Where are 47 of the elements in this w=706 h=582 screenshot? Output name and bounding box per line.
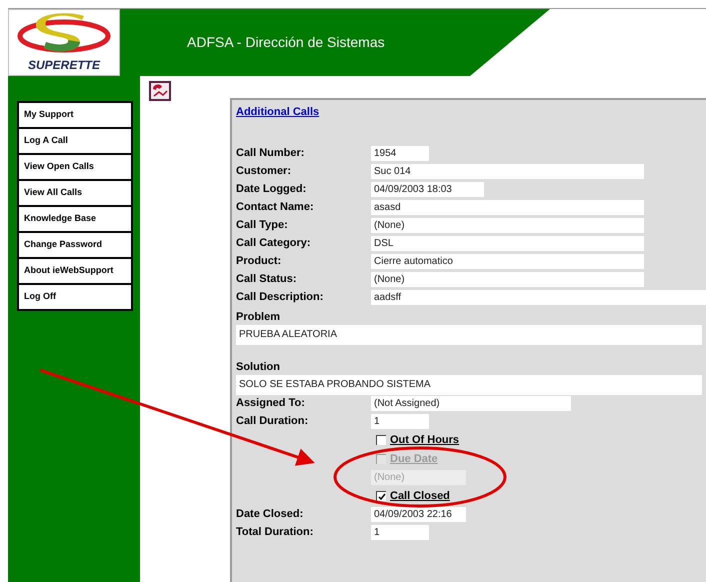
text-field[interactable]: asasd (371, 200, 644, 215)
field-label: Call Description: (236, 290, 324, 306)
checkbox[interactable] (376, 435, 386, 445)
field-label: Call Type: (236, 218, 289, 234)
additional-calls-link[interactable]: Additional Calls (236, 104, 320, 120)
field-label: Date Closed: (236, 507, 304, 522)
text-field[interactable]: 04/09/2003 22:16 (371, 507, 466, 522)
text-field[interactable]: PRUEBA ALEATORIA (236, 324, 702, 344)
text-field[interactable]: Suc 014 (371, 164, 644, 179)
field-label: Call Status: (236, 272, 298, 288)
field-label: Date Logged: (236, 182, 308, 198)
nav-button[interactable]: About ieWebSupport (19, 259, 131, 283)
text-field[interactable]: SOLO SE ESTABA PROBANDO SISTEMA (236, 374, 702, 394)
field-label: Customer: (236, 164, 292, 180)
field-label: Assigned To: (236, 396, 306, 412)
field-label: Call Category: (236, 236, 312, 252)
field-label: Call Duration: (236, 414, 310, 430)
logo-text: SUPERETTE (28, 58, 100, 72)
text-field[interactable]: Cierre automatico (371, 254, 644, 269)
checkbox-label: Call Closed (390, 488, 450, 504)
text-field[interactable]: (None) (371, 272, 644, 287)
nav-button[interactable]: Change Password (19, 233, 131, 257)
text-field[interactable]: 04/09/2003 18:03 (371, 182, 484, 197)
text-field[interactable]: 1 (371, 525, 429, 540)
checkbox-label: Out Of Hours (390, 432, 460, 448)
nav-button[interactable]: Log Off (19, 285, 131, 309)
nav-button[interactable]: Knowledge Base (19, 207, 131, 231)
text-field[interactable]: (Not Assigned) (371, 396, 571, 411)
field-label: Call Number: (236, 146, 306, 162)
nav-button[interactable]: View All Calls (19, 181, 131, 205)
section-label: Problem (236, 310, 282, 324)
check-icon (378, 492, 386, 500)
field-label: Product: (236, 254, 282, 270)
text-field[interactable]: 1954 (371, 146, 429, 161)
nav-button[interactable]: View Open Calls (19, 155, 131, 179)
text-field[interactable]: (None) (371, 218, 644, 233)
field-label: Total Duration: (236, 525, 314, 540)
field-label: Contact Name: (236, 200, 315, 216)
text-field[interactable]: 1 (371, 414, 429, 429)
text-field[interactable]: DSL (371, 236, 644, 251)
checkbox-label: Due Date (390, 452, 438, 467)
section-label: Solution (236, 360, 281, 374)
nav-button[interactable]: My Support (19, 103, 131, 127)
text-field[interactable]: aadsff (371, 290, 706, 305)
checkbox[interactable] (376, 491, 386, 501)
page-title: ADFSA - Dirección de Sistemas (187, 33, 385, 52)
nav-button[interactable]: Log A Call (19, 129, 131, 153)
